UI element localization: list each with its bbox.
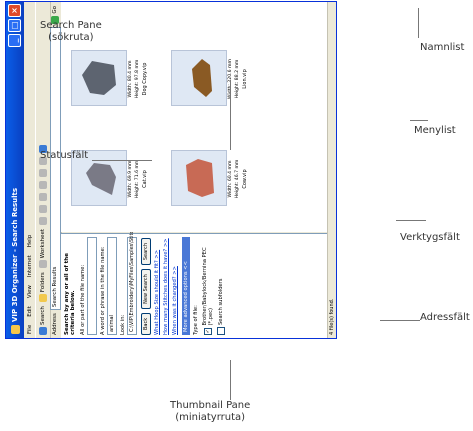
worksheet-button[interactable]: Worksheet (39, 229, 47, 269)
callout-search-pane: Search Pane (sökruta) (40, 20, 102, 43)
menu-bar: File Edit View Internet Help (24, 2, 35, 338)
cut-icon[interactable] (39, 193, 47, 202)
thumbnail-caption: Cow.vip (242, 169, 248, 189)
window-controls: _ □ × (8, 4, 21, 47)
worksheet-icon (39, 260, 47, 269)
hoop-size-link[interactable]: What Hoop Size should it fit? >> (154, 237, 160, 335)
maximize-button[interactable]: □ (8, 19, 21, 32)
thumbnail-cow[interactable]: Width: 60.4 mm Height: 46.7 mm Cow.vip (171, 150, 248, 206)
type-value: Brother/Babylock/Bernina PEC (*.pec) (202, 247, 214, 326)
thumbnail-height: Height: 46.7 mm (234, 159, 240, 199)
folder-icon (39, 294, 47, 303)
callout-thumbnail-pane: Thumbnail Pane (miniatyrruta) (170, 400, 251, 423)
lookin-label: Look in: (120, 314, 126, 335)
callout-line-menylist (410, 120, 428, 121)
subfolders-label: Search subfolders (218, 278, 224, 325)
search-pane: Search by any or all of the criteria bel… (61, 228, 328, 338)
type-checkbox[interactable]: ✓ (204, 327, 212, 335)
close-button[interactable]: × (8, 4, 21, 17)
copy-icon[interactable] (39, 181, 47, 190)
callout-namnlist: Namnlist (420, 42, 465, 53)
title-bar[interactable]: VIP 3D Organizer - Search Results _ □ × (6, 2, 24, 338)
thumbnail-width: Width: 80.4 mm (128, 60, 133, 98)
thumbnail-width: Width: 60.4 mm (228, 160, 233, 198)
menu-view[interactable]: View (27, 285, 33, 298)
app-icon (10, 325, 20, 334)
advanced-options-toggle[interactable]: More advanced options << (182, 237, 190, 335)
minimize-button[interactable]: _ (8, 34, 21, 47)
callout-line-statusfalt (92, 160, 152, 161)
search-buttons: Back New Search Search (141, 237, 151, 335)
subfolders-checkbox[interactable] (217, 327, 225, 335)
thumbnail-height: Height: 88.2 mm (234, 59, 240, 99)
callout-menylist: Menylist (414, 125, 456, 136)
folders-button[interactable]: Folders (39, 272, 47, 303)
search-pane-title: Search by any or all of the criteria bel… (64, 253, 76, 335)
callout-adressfalt: Adressfält (420, 312, 470, 323)
window-title: VIP 3D Organizer - Search Results (11, 187, 19, 322)
menu-file[interactable]: File (27, 325, 33, 334)
thumbnail-caption: Dog Copy.vip (142, 62, 148, 96)
new-search-button[interactable]: New Search (141, 269, 151, 309)
thumbnail-image (171, 50, 227, 106)
paste-icon[interactable] (39, 169, 47, 178)
callout-line-verktygsfalt (396, 220, 426, 221)
callout-line-namnlist (418, 8, 419, 38)
callout-line-adressfalt (380, 320, 420, 321)
type-checkbox-row[interactable]: ✓ Brother/Babylock/Bernina PEC (*.pec) (202, 237, 214, 335)
address-label: Address (52, 313, 58, 335)
thumbnail-image (171, 150, 227, 206)
application-window: VIP 3D Organizer - Search Results _ □ × … (5, 1, 337, 339)
menu-help[interactable]: Help (27, 235, 33, 248)
subfolders-checkbox-row[interactable]: Search subfolders (217, 237, 225, 335)
type-label: Type of file: (193, 305, 199, 335)
word-label: A word or phrase in the file name: (100, 246, 106, 335)
thumbnail-image (71, 50, 127, 106)
callout-line-search-pane (230, 80, 231, 150)
name-label: All or part of the file name: (80, 264, 86, 335)
callout-statusfalt: Statusfält (40, 150, 89, 161)
word-field[interactable]: animal (107, 237, 117, 335)
name-field[interactable] (87, 237, 97, 335)
status-text: 4 file(s) found. (329, 298, 335, 335)
search-submit-button[interactable]: Search (141, 237, 151, 266)
changed-link[interactable]: When was it changed? >> (172, 237, 178, 335)
undo-icon[interactable] (39, 217, 47, 226)
rotated-screenshot: VIP 3D Organizer - Search Results _ □ × … (0, 0, 473, 431)
thumbnail-lion[interactable]: Width: 220.6 mm Height: 88.2 mm Lion.vip (171, 50, 248, 106)
menu-internet[interactable]: Internet (27, 255, 33, 277)
lookin-select[interactable]: C:\VIP\Embroidery\MyFiles\Samples\Stitch (127, 228, 137, 335)
address-field[interactable]: Search Results (49, 26, 61, 311)
thumbnail-caption: Lion.vip (242, 69, 248, 89)
stitches-link[interactable]: How many Stitches does it have? >> (163, 237, 169, 335)
status-bar: 4 file(s) found. (327, 2, 336, 338)
search-button[interactable]: Search (39, 306, 47, 335)
thumbnail-dog[interactable]: Width: 80.4 mm Height: 97.8 mm Dog Copy.… (71, 50, 148, 106)
redo-icon[interactable] (39, 205, 47, 214)
back-button[interactable]: Back (141, 312, 151, 335)
thumbnail-height: Height: 97.8 mm (134, 59, 140, 99)
callout-line-thumbnail-pane (230, 360, 231, 400)
menu-edit[interactable]: Edit (27, 306, 33, 317)
callout-verktygsfalt: Verktygsfält (400, 232, 460, 243)
search-icon (39, 327, 47, 335)
